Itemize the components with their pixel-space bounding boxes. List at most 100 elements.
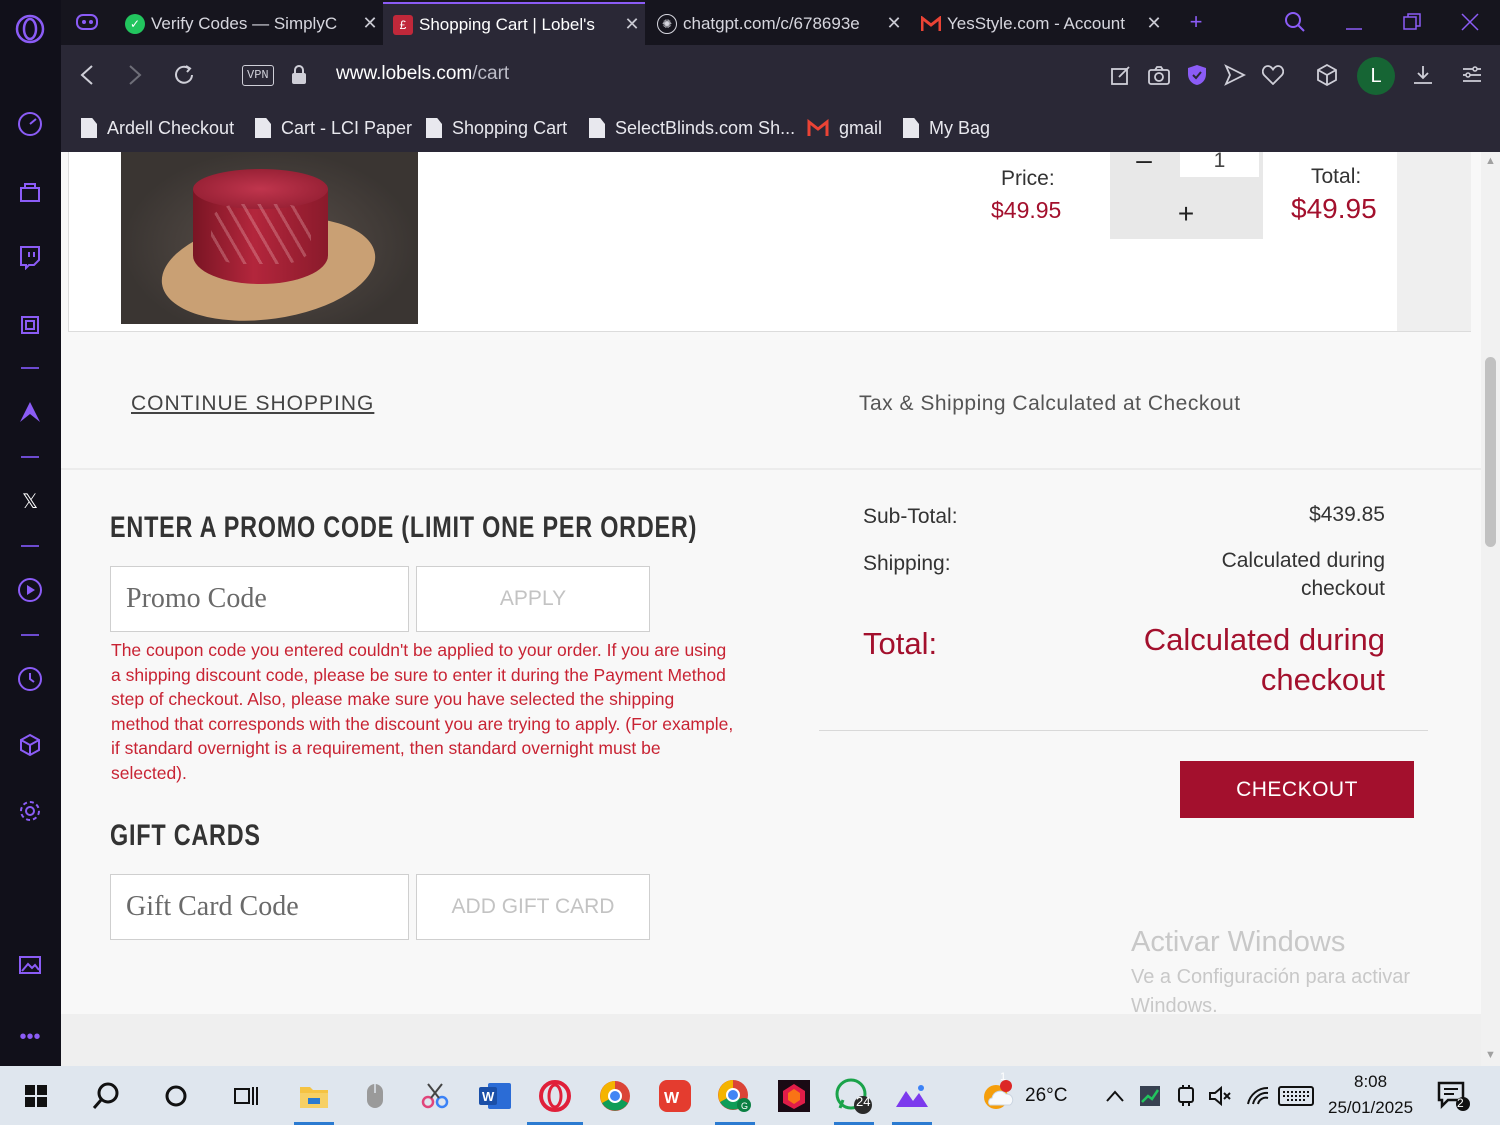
close-icon[interactable]: ✕: [619, 14, 645, 35]
chevron-up-icon[interactable]: [1095, 1076, 1135, 1116]
close-icon[interactable]: ✕: [357, 13, 383, 34]
increase-quantity-button[interactable]: +: [1172, 200, 1200, 229]
volume-muted-icon[interactable]: [1200, 1076, 1240, 1116]
cube-icon[interactable]: [14, 729, 46, 761]
search-icon[interactable]: [1277, 6, 1313, 38]
bookmark-item[interactable]: Ardell Checkout: [81, 113, 234, 143]
word-icon[interactable]: W: [475, 1076, 515, 1116]
page-icon: [255, 118, 271, 138]
activate-windows-title: Activar Windows: [1131, 926, 1346, 958]
photos-icon[interactable]: [892, 1076, 932, 1116]
add-gift-card-button[interactable]: ADD GIFT CARD: [416, 874, 650, 940]
notifications-icon[interactable]: [1434, 1076, 1474, 1116]
continue-shopping-link[interactable]: CONTINUE SHOPPING: [131, 392, 374, 416]
scroll-up-icon[interactable]: ▲: [1484, 155, 1497, 168]
file-explorer-icon[interactable]: [294, 1076, 334, 1116]
product-image[interactable]: [121, 152, 418, 324]
tab-title: Shopping Cart | Lobel's: [419, 14, 595, 34]
chrome-profile-icon[interactable]: G: [715, 1076, 755, 1116]
shield-icon[interactable]: [1181, 59, 1213, 91]
page-icon: [589, 118, 605, 138]
tab-shopping-cart[interactable]: £ Shopping Cart | Lobel's ✕: [383, 2, 645, 45]
gift-cards-heading: GIFT CARDS: [110, 819, 261, 852]
camera-icon[interactable]: [1143, 59, 1175, 91]
scroll-down-icon[interactable]: ▼: [1484, 1049, 1497, 1062]
shopping-icon[interactable]: [14, 176, 46, 208]
bookmark-item[interactable]: SelectBlinds.com Sh...: [589, 113, 795, 143]
decrease-quantity-button[interactable]: –: [1130, 152, 1158, 175]
address-bar-row: VPN www.lobels.com/cart L: [61, 45, 1500, 105]
cortana-icon[interactable]: [156, 1076, 196, 1116]
opera-logo-icon[interactable]: [14, 13, 46, 45]
history-icon[interactable]: [14, 663, 46, 695]
reload-icon[interactable]: [168, 59, 200, 91]
settings-gear-icon[interactable]: [14, 795, 46, 827]
more-icon[interactable]: •••: [14, 1021, 46, 1053]
quantity-input[interactable]: [1180, 152, 1259, 177]
apply-promo-button[interactable]: APPLY: [416, 566, 650, 632]
cube-icon[interactable]: [1311, 59, 1343, 91]
weather-icon[interactable]: [978, 1076, 1018, 1116]
tray-app-icon[interactable]: [1130, 1076, 1170, 1116]
close-icon[interactable]: ✕: [1141, 13, 1167, 34]
lock-icon[interactable]: [283, 59, 315, 91]
profile-avatar[interactable]: L: [1357, 57, 1395, 95]
tab-verify-codes[interactable]: ✓ Verify Codes — SimplyC ✕: [115, 2, 383, 45]
aria-icon[interactable]: [14, 396, 46, 428]
extensions-icon[interactable]: [14, 309, 46, 341]
speed-dial-icon[interactable]: [14, 108, 46, 140]
mouse-app-icon[interactable]: [355, 1076, 395, 1116]
x-twitter-icon[interactable]: 𝕏: [14, 485, 46, 517]
bookmark-item[interactable]: gmail: [807, 113, 882, 143]
snipping-tool-icon[interactable]: [415, 1076, 455, 1116]
edit-page-icon[interactable]: [1105, 59, 1137, 91]
download-icon[interactable]: [1407, 59, 1439, 91]
scroll-thumb[interactable]: [1485, 357, 1496, 547]
vpn-badge[interactable]: VPN: [242, 65, 274, 86]
opera-sidebar: 𝕏 •••: [0, 0, 61, 1066]
page-scrollbar[interactable]: ▲ ▼: [1481, 152, 1500, 1066]
bookmark-item[interactable]: Cart - LCI Paper: [255, 113, 412, 143]
clock-time[interactable]: 8:08: [1354, 1072, 1387, 1092]
twitch-icon[interactable]: [14, 241, 46, 273]
send-icon[interactable]: [1219, 59, 1251, 91]
wps-office-icon[interactable]: W: [655, 1076, 695, 1116]
shipping-value-line: Calculated during: [1221, 549, 1385, 572]
minimize-icon[interactable]: [1336, 6, 1372, 38]
sidebar-divider: [21, 634, 39, 636]
windows-start-icon[interactable]: [16, 1076, 56, 1116]
tab-strip: ✓ Verify Codes — SimplyC ✕ £ Shopping Ca…: [61, 0, 1500, 45]
gallery-icon[interactable]: [14, 949, 46, 981]
task-view-icon[interactable]: [226, 1076, 266, 1116]
clock-date[interactable]: 25/01/2025: [1328, 1098, 1413, 1118]
weather-temperature[interactable]: 26°C: [1025, 1085, 1067, 1107]
easy-setup-icon[interactable]: [1456, 59, 1488, 91]
player-icon[interactable]: [14, 574, 46, 606]
opera-icon[interactable]: [535, 1076, 575, 1116]
search-icon[interactable]: [86, 1076, 126, 1116]
heart-icon[interactable]: [1257, 59, 1289, 91]
bookmark-item[interactable]: Shopping Cart: [426, 113, 567, 143]
keyboard-icon[interactable]: [1276, 1076, 1316, 1116]
line-total-label: Total:: [1311, 165, 1362, 188]
restore-icon[interactable]: [1394, 6, 1430, 38]
tab-yesstyle[interactable]: YesStyle.com - Account ✕: [911, 2, 1167, 45]
tab-menu-icon[interactable]: [69, 6, 105, 38]
wifi-icon[interactable]: [1238, 1076, 1278, 1116]
forward-icon[interactable]: [119, 59, 151, 91]
tab-chatgpt[interactable]: ✺ chatgpt.com/c/678693e ✕: [647, 2, 907, 45]
bookmark-item[interactable]: My Bag: [903, 113, 990, 143]
chrome-icon[interactable]: [595, 1076, 635, 1116]
promo-code-input[interactable]: [110, 566, 409, 632]
sidebar-divider: [21, 456, 39, 458]
url-field[interactable]: www.lobels.com/cart: [336, 63, 509, 85]
bookmark-label: My Bag: [929, 117, 991, 138]
checkout-button[interactable]: CHECKOUT: [1180, 761, 1414, 818]
activate-windows-subtitle: Ve a Configuración para activar Windows.: [1131, 966, 1411, 1017]
close-icon[interactable]: ✕: [881, 13, 907, 34]
media-app-icon[interactable]: [774, 1076, 814, 1116]
gift-card-input[interactable]: [110, 874, 409, 940]
back-icon[interactable]: [71, 59, 103, 91]
close-window-icon[interactable]: [1452, 6, 1488, 38]
new-tab-plus-icon[interactable]: +: [1178, 6, 1214, 38]
